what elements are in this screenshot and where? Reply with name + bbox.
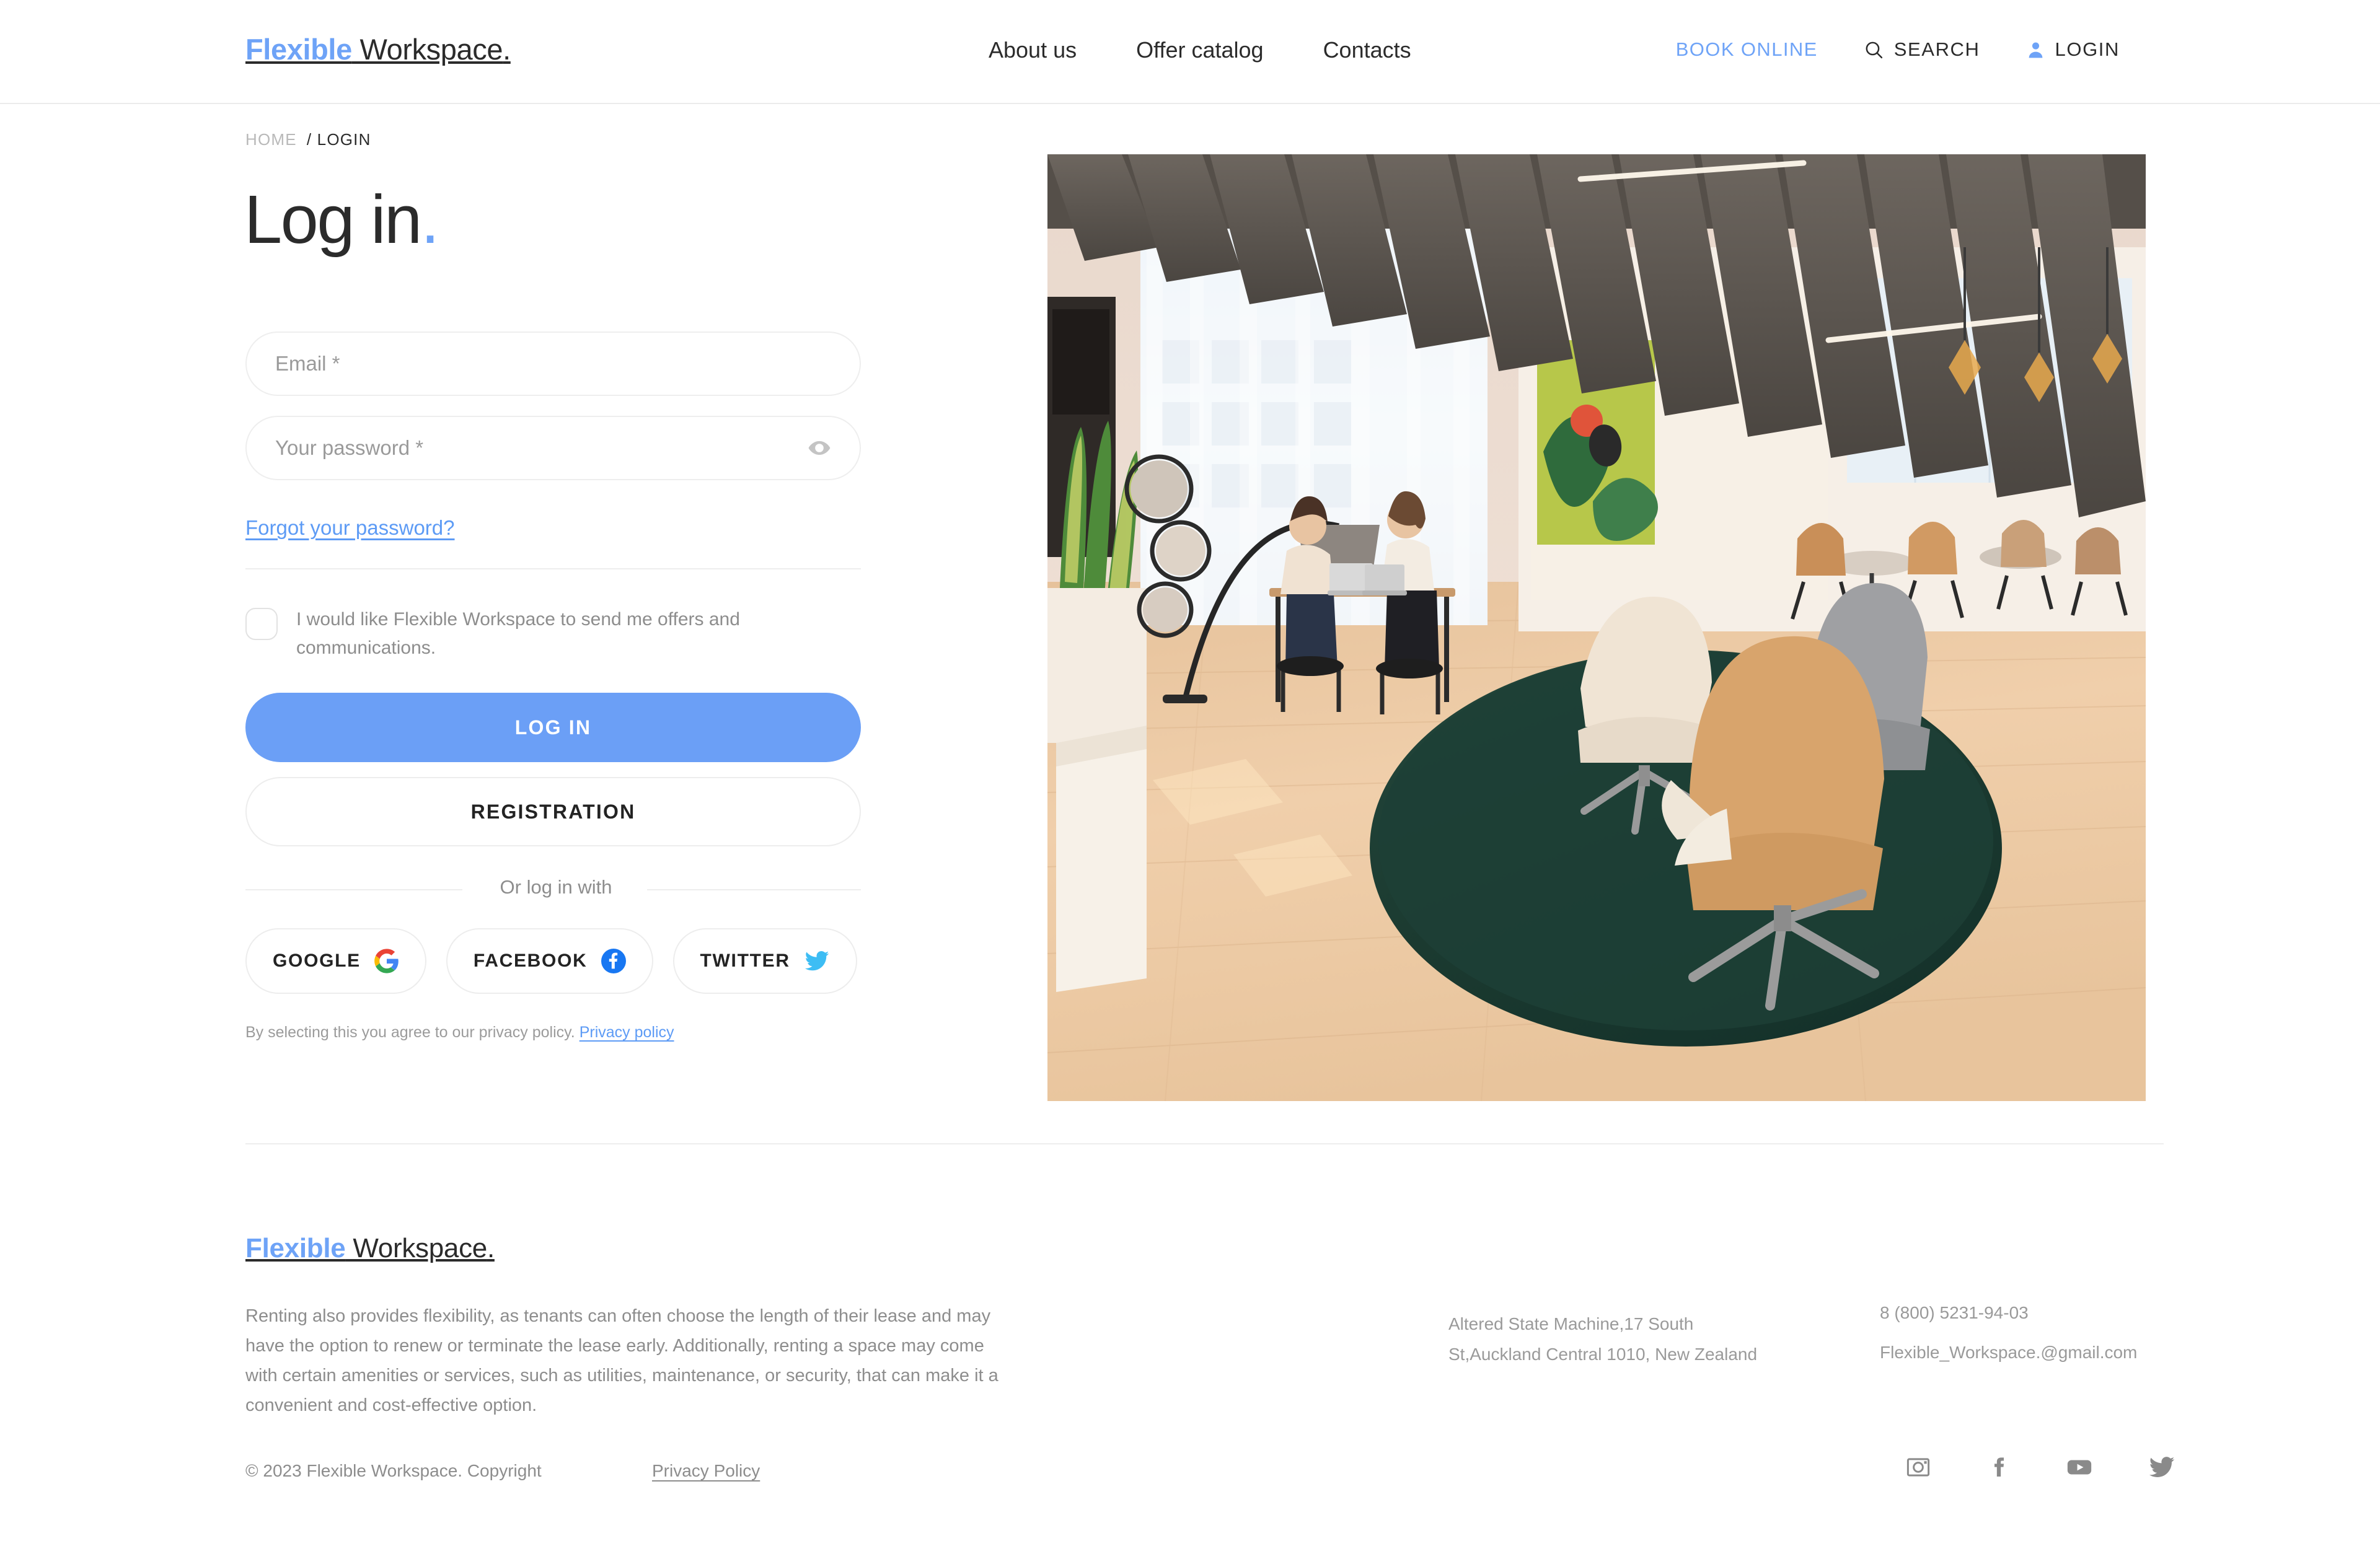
or-login-with-label: Or log in with: [500, 876, 612, 898]
twitter-login-button[interactable]: TWITTER: [672, 928, 857, 994]
footer-contact: 8 (800) 5231-94-03 Flexible_Workspace.@g…: [1880, 1304, 2227, 1361]
twitter-login-label: TWITTER: [700, 950, 790, 972]
site-header: Flexible Workspace. About us Offer catal…: [0, 0, 2380, 104]
divider-line-left: [245, 889, 462, 891]
footer-logo[interactable]: Flexible Workspace.: [245, 1233, 495, 1264]
youtube-icon[interactable]: [2065, 1453, 2094, 1482]
header-actions: BOOK ONLINE SEARCH LOGIN: [1676, 38, 2120, 61]
toggle-password-visibility-button[interactable]: [808, 436, 831, 460]
instagram-icon[interactable]: [1905, 1454, 1931, 1480]
footer-email[interactable]: Flexible_Workspace.@gmail.com: [1880, 1344, 2227, 1361]
footer-address-line-2: St,Auckland Central 1010, New Zealand: [1448, 1345, 1758, 1364]
google-login-button[interactable]: GOOGLE: [245, 928, 426, 994]
breadcrumb-current: / LOGIN: [306, 130, 371, 149]
twitter-icon: [804, 948, 830, 974]
forgot-password-link[interactable]: Forgot your password?: [245, 516, 455, 540]
password-input[interactable]: [245, 416, 861, 480]
login-form: Forgot your password? I would like Flexi…: [245, 331, 861, 1042]
search-button[interactable]: SEARCH: [1864, 38, 1980, 61]
logo-first-word: Flexible: [245, 33, 352, 66]
marketing-optin-row: I would like Flexible Workspace to send …: [245, 605, 861, 662]
registration-button[interactable]: REGISTRATION: [245, 777, 861, 847]
hero-image: [1047, 154, 2146, 1101]
user-icon: [2026, 40, 2045, 59]
google-login-label: GOOGLE: [273, 950, 361, 972]
password-field-wrapper: [245, 416, 861, 480]
eye-icon: [808, 436, 831, 460]
divider-line-right: [647, 889, 861, 891]
nav-item-offer-catalog[interactable]: Offer catalog: [1136, 37, 1263, 63]
footer-privacy-policy-link[interactable]: Privacy Policy: [652, 1461, 760, 1481]
footer-social-links: [1905, 1453, 2175, 1482]
login-label: LOGIN: [2055, 38, 2120, 60]
footer-logo-first-word: Flexible: [245, 1233, 346, 1263]
email-field-wrapper: [245, 331, 861, 396]
facebook-icon[interactable]: [1986, 1455, 2011, 1480]
privacy-policy-link[interactable]: Privacy policy: [580, 1024, 674, 1041]
social-login-buttons: GOOGLE FACEBOOK TWITTER: [245, 928, 861, 994]
twitter-icon[interactable]: [2148, 1454, 2175, 1481]
or-login-with-divider: Or log in with: [245, 876, 861, 902]
logo-dot: .: [503, 33, 511, 66]
google-icon: [374, 949, 399, 973]
breadcrumb-home[interactable]: HOME: [245, 130, 297, 149]
facebook-icon: [601, 949, 626, 974]
book-online-link[interactable]: BOOK ONLINE: [1676, 38, 1818, 61]
footer-phone[interactable]: 8 (800) 5231-94-03: [1880, 1303, 2029, 1322]
login-button[interactable]: LOGIN: [2026, 38, 2120, 61]
footer-logo-second-word: Workspace: [345, 1233, 487, 1263]
footer-address: Altered State Machine,17 South St,Auckla…: [1448, 1309, 1882, 1369]
footer-logo-dot: .: [487, 1233, 495, 1263]
policy-note-text: By selecting this you agree to our priva…: [245, 1024, 575, 1042]
footer-separator: [245, 1143, 2164, 1144]
search-label: SEARCH: [1893, 38, 1980, 60]
site-logo[interactable]: Flexible Workspace.: [245, 32, 511, 66]
log-in-button[interactable]: LOG IN: [245, 693, 861, 763]
login-page: Flexible Workspace. About us Offer catal…: [0, 0, 2380, 1554]
email-input[interactable]: [245, 331, 861, 396]
main-navigation: About us Offer catalog Contacts: [989, 37, 1411, 63]
search-icon: [1864, 40, 1884, 60]
nav-item-contacts[interactable]: Contacts: [1323, 37, 1411, 63]
footer-description: Renting also provides flexibility, as te…: [245, 1306, 998, 1416]
form-divider: [245, 568, 861, 569]
page-title: Log in.: [244, 186, 439, 254]
facebook-login-label: FACEBOOK: [473, 950, 588, 972]
breadcrumb: HOME / LOGIN: [245, 130, 371, 149]
policy-note: By selecting this you agree to our priva…: [245, 1024, 861, 1042]
marketing-optin-checkbox[interactable]: [245, 608, 278, 640]
logo-second-word: Workspace: [351, 33, 503, 66]
facebook-login-button[interactable]: FACEBOOK: [446, 928, 653, 994]
page-title-dot: .: [420, 182, 440, 258]
footer-copyright: © 2023 Flexible Workspace. Copyright: [245, 1461, 542, 1480]
nav-item-about-us[interactable]: About us: [989, 37, 1077, 63]
marketing-optin-label: I would like Flexible Workspace to send …: [296, 609, 740, 658]
page-title-text: Log in: [244, 182, 422, 258]
footer-address-line-1: Altered State Machine,17 South: [1448, 1314, 1694, 1333]
